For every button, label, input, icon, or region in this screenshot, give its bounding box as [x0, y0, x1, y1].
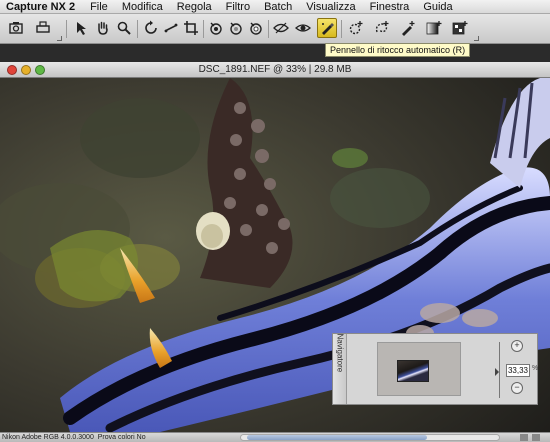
toolbar	[0, 14, 550, 44]
toolbar-separator	[341, 20, 342, 38]
navigator-thumbnail[interactable]	[377, 342, 461, 396]
red-eye-removal-icon[interactable]	[293, 18, 313, 38]
app-window: Capture NX 2 File Modifica Regola Filtro…	[0, 0, 550, 442]
zoom-in-icon[interactable]: +	[511, 340, 523, 352]
crop-icon[interactable]	[181, 18, 201, 38]
hand-icon[interactable]	[93, 18, 113, 38]
fill-remove-icon[interactable]	[450, 18, 470, 38]
zoom-unit: %	[532, 365, 539, 372]
white-control-point-icon[interactable]	[246, 18, 266, 38]
neutral-control-point-icon[interactable]	[226, 18, 246, 38]
toolbar-group-corner	[57, 36, 62, 41]
minimize-window-icon[interactable]	[21, 65, 31, 75]
zoom-window-icon[interactable]	[35, 65, 45, 75]
menu-finestra[interactable]: Finestra	[363, 1, 417, 13]
menu-bar: Capture NX 2 File Modifica Regola Filtro…	[0, 0, 550, 14]
scroll-left-icon[interactable]	[520, 434, 528, 441]
toolbar-separator	[137, 20, 138, 38]
color-profile-status: Nikon Adobe RGB 4.0.0.3000 Prova colori …	[2, 434, 146, 441]
toolbar-separator	[203, 20, 204, 38]
browse-icon[interactable]	[6, 18, 26, 38]
menu-file[interactable]: File	[83, 1, 115, 13]
tooltip: Pennello di ritocco automatico (R)	[325, 43, 471, 57]
status-bar: Nikon Adobe RGB 4.0.0.3000 Prova colori …	[0, 432, 550, 442]
menu-guida[interactable]: Guida	[416, 1, 459, 13]
menu-visualizza[interactable]: Visualizza	[299, 1, 362, 13]
app-menu[interactable]: Capture NX 2	[0, 1, 83, 13]
zoom-value-field[interactable]: 33,33	[506, 364, 530, 377]
zoom-out-icon[interactable]: −	[511, 382, 523, 394]
zoom-slider-thumb[interactable]	[495, 368, 499, 376]
toolbar-separator	[66, 20, 67, 38]
straighten-icon[interactable]	[161, 18, 181, 38]
menu-batch[interactable]: Batch	[257, 1, 299, 13]
auto-retouch-brush-icon[interactable]	[317, 18, 337, 38]
proof-colors-status: Prova colori No	[97, 434, 146, 441]
red-eye-icon[interactable]	[271, 18, 291, 38]
navigator-label: Navigatore	[335, 333, 345, 373]
navigator-panel: Navigatore + − 33,33 %	[332, 333, 538, 405]
lasso-freeform-icon[interactable]	[372, 18, 392, 38]
rotate-icon[interactable]	[141, 18, 161, 38]
document-title-bar: DSC_1891.NEF @ 33% | 29.8 MB	[0, 62, 550, 78]
navigator-viewport[interactable]	[397, 360, 429, 382]
toolbar-group-corner	[474, 36, 479, 41]
document-title: DSC_1891.NEF @ 33% | 29.8 MB	[198, 64, 352, 75]
zoom-slider-track[interactable]	[499, 342, 500, 398]
selection-brush-icon[interactable]	[398, 18, 418, 38]
scrollbar-thumb[interactable]	[247, 435, 427, 440]
lasso-add-icon[interactable]	[346, 18, 366, 38]
menu-filtro[interactable]: Filtro	[219, 1, 257, 13]
menu-regola[interactable]: Regola	[170, 1, 219, 13]
navigator-tab[interactable]: Navigatore	[333, 334, 347, 404]
zoom-icon[interactable]	[114, 18, 134, 38]
scroll-right-icon[interactable]	[532, 434, 540, 441]
direct-select-icon[interactable]	[72, 18, 92, 38]
menu-modifica[interactable]: Modifica	[115, 1, 170, 13]
horizontal-scrollbar[interactable]	[240, 434, 500, 441]
black-control-point-icon[interactable]	[206, 18, 226, 38]
toolbar-separator	[268, 20, 269, 38]
gradient-icon[interactable]	[424, 18, 444, 38]
close-window-icon[interactable]	[7, 65, 17, 75]
print-icon[interactable]	[33, 18, 53, 38]
